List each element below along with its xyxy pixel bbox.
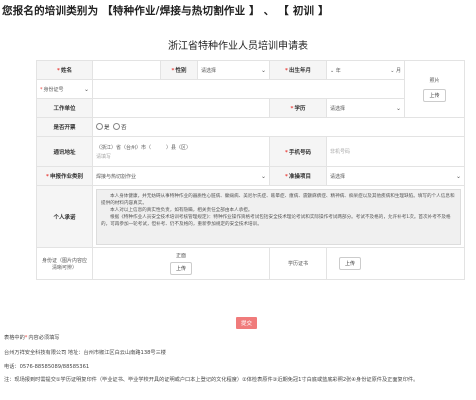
header-separator: 、: [263, 5, 275, 17]
work-unit-label: 工作单位: [36, 98, 93, 118]
name-input[interactable]: [92, 60, 161, 80]
birth-label: *出生年月: [269, 60, 327, 80]
ticket-radios: 是 否: [92, 117, 465, 137]
chevron-down-icon: ⌄: [395, 104, 401, 112]
name-label: *姓名: [36, 60, 93, 80]
mobile-label: *手机号码: [269, 136, 327, 167]
application-form: *姓名 *性别 请选择 ⌄ *出生年月 ⌄ 年 ⌄ 月 照片 上传 *身份证号 ⌄ 工…: [36, 60, 465, 280]
enrollment-header: 您报名的培训类别为 【特种作业/焊接与热切割作业 】 、 【 初训 】: [2, 3, 329, 18]
id-front-cell: 正面 上传: [92, 247, 270, 280]
photo-label: 照片: [429, 77, 440, 84]
chevron-down-icon: ⌄: [260, 172, 266, 180]
ticket-yes-radio[interactable]: 是: [96, 123, 110, 131]
education-select[interactable]: 请选择 ⌄: [326, 98, 405, 118]
address-input[interactable]: （浙江）省（台州）市（ ）县（区） 请填写: [92, 136, 270, 167]
chevron-down-icon: ⌄: [455, 172, 461, 180]
ticket-label: 是否开票: [36, 117, 93, 137]
edu-cert-label: 学历证书: [269, 247, 327, 280]
address-label: 通讯地址: [36, 136, 93, 167]
id-front-label: 正面: [175, 253, 186, 259]
promise-cell: 本人身体健康，并无妨碍从事特种作业的器质性心脏病、癫痫病、美尼尔氏症、眩晕症、癔…: [92, 185, 465, 248]
project-label: *准操项目: [269, 166, 327, 186]
header-level: 【 初训 】: [278, 5, 329, 17]
id-photo-label: 身份证（图片内容应清晰可辨）: [36, 247, 93, 280]
id-number-input[interactable]: [92, 79, 405, 99]
gender-label: *性别: [160, 60, 198, 80]
photo-cell: 照片 上传: [404, 60, 465, 118]
work-unit-input[interactable]: [92, 98, 270, 118]
edu-cert-cell: 上传: [326, 247, 465, 280]
photo-upload-button[interactable]: 上传: [423, 88, 446, 102]
company-info: 台州万祥安全科技有限公司 地址：台州市椒江区白云山南路138号三楼: [4, 350, 166, 356]
edu-cert-upload-button[interactable]: 上传: [339, 257, 362, 270]
category-select[interactable]: 焊接与热切割作业 ⌄: [92, 166, 270, 186]
chevron-down-icon: ⌄: [83, 85, 89, 93]
mobile-input[interactable]: 非机号码: [326, 136, 465, 167]
footer-note: 注：现场报到时需提交①学历证明复印件（毕业证书、毕业学校开具的证明或户口本上登记…: [4, 377, 419, 383]
project-select[interactable]: 请选择 ⌄: [326, 166, 465, 186]
chevron-down-icon: ⌄: [330, 67, 335, 74]
chevron-down-icon: ⌄: [260, 66, 266, 74]
header-prefix: 您报名的培训类别为: [2, 5, 99, 17]
submit-button[interactable]: 提交: [236, 317, 258, 329]
required-note: 表格中的*内容必须填写: [4, 335, 60, 341]
header-category: 【特种作业/焊接与热切割作业 】: [102, 5, 260, 17]
id-front-upload-button[interactable]: 上传: [169, 262, 192, 275]
phone-info: 电话：0576-88585089/88585361: [4, 364, 90, 370]
category-label: *申报作业类别: [36, 166, 93, 186]
education-label: *学历: [269, 98, 327, 118]
promise-text: 本人身体健康，并无妨碍从事特种作业的器质性心脏病、癫痫病、美尼尔氏症、眩晕症、癔…: [96, 188, 461, 245]
chevron-down-icon: ⌄: [390, 67, 395, 74]
form-title: 浙江省特种作业人员培训申请表: [168, 41, 308, 52]
promise-label: 个人承诺: [36, 185, 93, 248]
ticket-no-radio[interactable]: 否: [113, 123, 127, 131]
gender-select[interactable]: 请选择 ⌄: [197, 60, 270, 80]
idtype-select[interactable]: *身份证号 ⌄: [36, 79, 93, 99]
birth-select[interactable]: ⌄ 年 ⌄ 月: [326, 60, 405, 80]
